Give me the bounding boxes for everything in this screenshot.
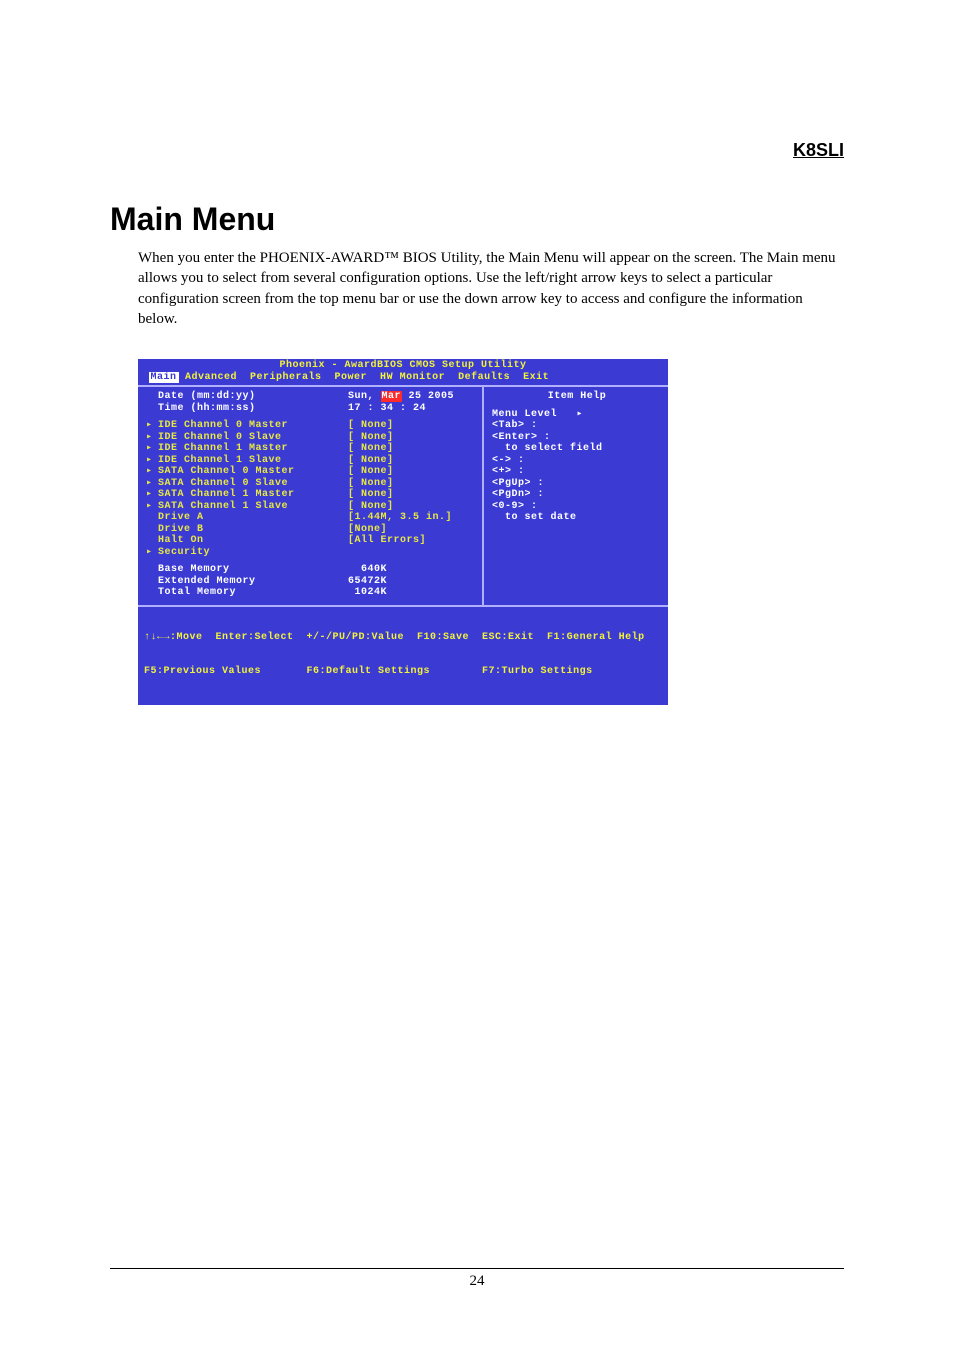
bios-memory-value: 640K (348, 564, 387, 576)
bios-drive-b-label: Drive B (158, 524, 348, 536)
bios-date-selected[interactable]: Mar (381, 391, 403, 402)
bios-window-title: Phoenix - AwardBIOS CMOS Setup Utility (138, 359, 668, 372)
bios-help-line: <Enter> : (492, 432, 662, 444)
bios-channel-row[interactable]: ▸IDE Channel 1 Master[ None] (146, 443, 476, 455)
bios-date-post: 25 2005 (402, 391, 454, 402)
bios-date-value[interactable]: Sun, Mar 25 2005 (348, 391, 454, 403)
bios-drive-b-row[interactable]: Drive B[None] (146, 524, 476, 536)
bios-channel-value: [ None] (348, 420, 394, 432)
bios-halt-on-row[interactable]: Halt On[All Errors] (146, 535, 476, 547)
bios-drive-a-value: [1.44M, 3.5 in.] (348, 512, 452, 524)
bios-help-line: <Tab> : (492, 420, 662, 432)
bios-channel-row[interactable]: ▸SATA Channel 1 Master[ None] (146, 489, 476, 501)
bios-footer-line2: F5:Previous Values F6:Default Settings F… (144, 666, 662, 678)
bios-help-line: <-> : (492, 455, 662, 467)
bios-help-line: Menu Level ▸ (492, 409, 662, 421)
bios-channel-row[interactable]: ▸SATA Channel 0 Master[ None] (146, 466, 476, 478)
model-label: K8SLI (110, 140, 844, 161)
bios-help-panel: Item Help Menu Level ▸ <Tab> : <Enter> :… (482, 387, 668, 605)
bios-help-line: <0-9> : (492, 501, 662, 513)
bios-memory-row: Total Memory 1024K (146, 587, 476, 599)
bios-security-row[interactable]: ▸Security (146, 547, 476, 559)
page: K8SLI Main Menu When you enter the PHOEN… (0, 0, 954, 1350)
bios-channel-value: [ None] (348, 501, 394, 513)
bios-footer-line1: ↑↓←→:Move Enter:Select +/-/PU/PD:Value F… (144, 632, 662, 644)
bios-screenshot: Phoenix - AwardBIOS CMOS Setup Utility M… (138, 359, 668, 705)
bios-help-line: to set date (492, 512, 662, 524)
bios-time-row[interactable]: Time (hh:mm:ss) 17 : 34 : 24 (146, 403, 476, 415)
bios-memory-label: Extended Memory (158, 576, 348, 588)
bios-channel-row[interactable]: ▸IDE Channel 1 Slave[ None] (146, 455, 476, 467)
page-number: 24 (470, 1273, 485, 1289)
bios-help-line: <PgDn> : (492, 489, 662, 501)
bios-channel-label: SATA Channel 0 Master (158, 466, 348, 478)
bios-channel-label: IDE Channel 0 Master (158, 420, 348, 432)
bios-memory-row: Base Memory 640K (146, 564, 476, 576)
bios-memory-label: Base Memory (158, 564, 348, 576)
bios-body: Date (mm:dd:yy) Sun, Mar 25 2005 Time (h… (138, 385, 668, 605)
bios-channel-label: IDE Channel 1 Master (158, 443, 348, 455)
bios-channel-label: SATA Channel 0 Slave (158, 478, 348, 490)
bios-channel-value: [ None] (348, 432, 394, 444)
bios-channel-value: [ None] (348, 443, 394, 455)
bios-security-label: Security (158, 547, 348, 559)
bios-channel-value: [ None] (348, 489, 394, 501)
bios-menu-main[interactable]: Main (149, 372, 179, 383)
bios-menu-rest[interactable]: Advanced Peripherals Power HW Monitor De… (179, 372, 550, 383)
bios-channel-row[interactable]: ▸IDE Channel 0 Slave[ None] (146, 432, 476, 444)
bios-memory-row: Extended Memory65472K (146, 576, 476, 588)
bios-date-pre: Sun, (348, 391, 381, 402)
bios-drive-b-value: [None] (348, 524, 387, 536)
bios-drive-a-row[interactable]: Drive A[1.44M, 3.5 in.] (146, 512, 476, 524)
intro-paragraph: When you enter the PHOENIX-AWARD™ BIOS U… (110, 248, 844, 329)
bios-channel-label: IDE Channel 0 Slave (158, 432, 348, 444)
bios-channel-value: [ None] (348, 478, 394, 490)
bios-memory-value: 1024K (348, 587, 387, 599)
bios-channel-value: [ None] (348, 466, 394, 478)
bios-footer: ↑↓←→:Move Enter:Select +/-/PU/PD:Value F… (138, 605, 668, 705)
bios-memory-label: Total Memory (158, 587, 348, 599)
page-title: Main Menu (110, 201, 844, 238)
bios-help-title: Item Help (492, 391, 662, 403)
bios-channel-row[interactable]: ▸SATA Channel 1 Slave[ None] (146, 501, 476, 513)
bios-left-panel: Date (mm:dd:yy) Sun, Mar 25 2005 Time (h… (138, 387, 482, 605)
bios-time-label: Time (hh:mm:ss) (158, 403, 348, 415)
bios-drive-a-label: Drive A (158, 512, 348, 524)
bios-help-line: <+> : (492, 466, 662, 478)
bios-halt-on-value: [All Errors] (348, 535, 426, 547)
bios-date-row[interactable]: Date (mm:dd:yy) Sun, Mar 25 2005 (146, 391, 476, 403)
bios-help-line: to select field (492, 443, 662, 455)
bios-channel-label: SATA Channel 1 Master (158, 489, 348, 501)
bios-halt-on-label: Halt On (158, 535, 348, 547)
bios-channel-value: [ None] (348, 455, 394, 467)
bios-help-line: <PgUp> : (492, 478, 662, 490)
bios-memory-value: 65472K (348, 576, 387, 588)
bios-channel-label: SATA Channel 1 Slave (158, 501, 348, 513)
bios-channel-row[interactable]: ▸IDE Channel 0 Master[ None] (146, 420, 476, 432)
bios-channel-row[interactable]: ▸SATA Channel 0 Slave[ None] (146, 478, 476, 490)
bios-channel-label: IDE Channel 1 Slave (158, 455, 348, 467)
bios-menubar: Main Advanced Peripherals Power HW Monit… (138, 372, 668, 386)
page-footer: 24 (110, 1268, 844, 1290)
bios-date-label: Date (mm:dd:yy) (158, 391, 348, 403)
bios-time-value[interactable]: 17 : 34 : 24 (348, 403, 426, 415)
